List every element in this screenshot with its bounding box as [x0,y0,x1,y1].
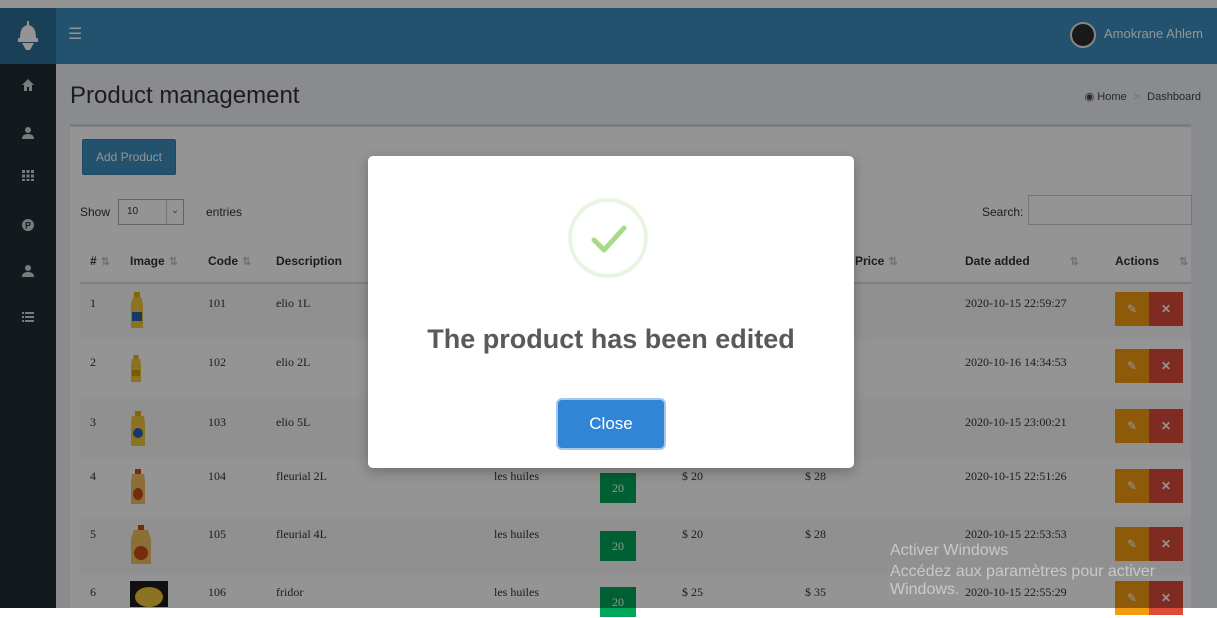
dialog-title: The product has been edited [427,324,795,354]
close-button[interactable]: Close [558,400,664,448]
success-dialog: The product has been edited Close [368,156,854,468]
windows-activation-watermark-detail: Accédez aux paramètres pour activer Wind… [890,563,1156,598]
windows-activation-watermark: Activer Windows [890,542,1009,559]
success-check-icon [568,198,648,278]
